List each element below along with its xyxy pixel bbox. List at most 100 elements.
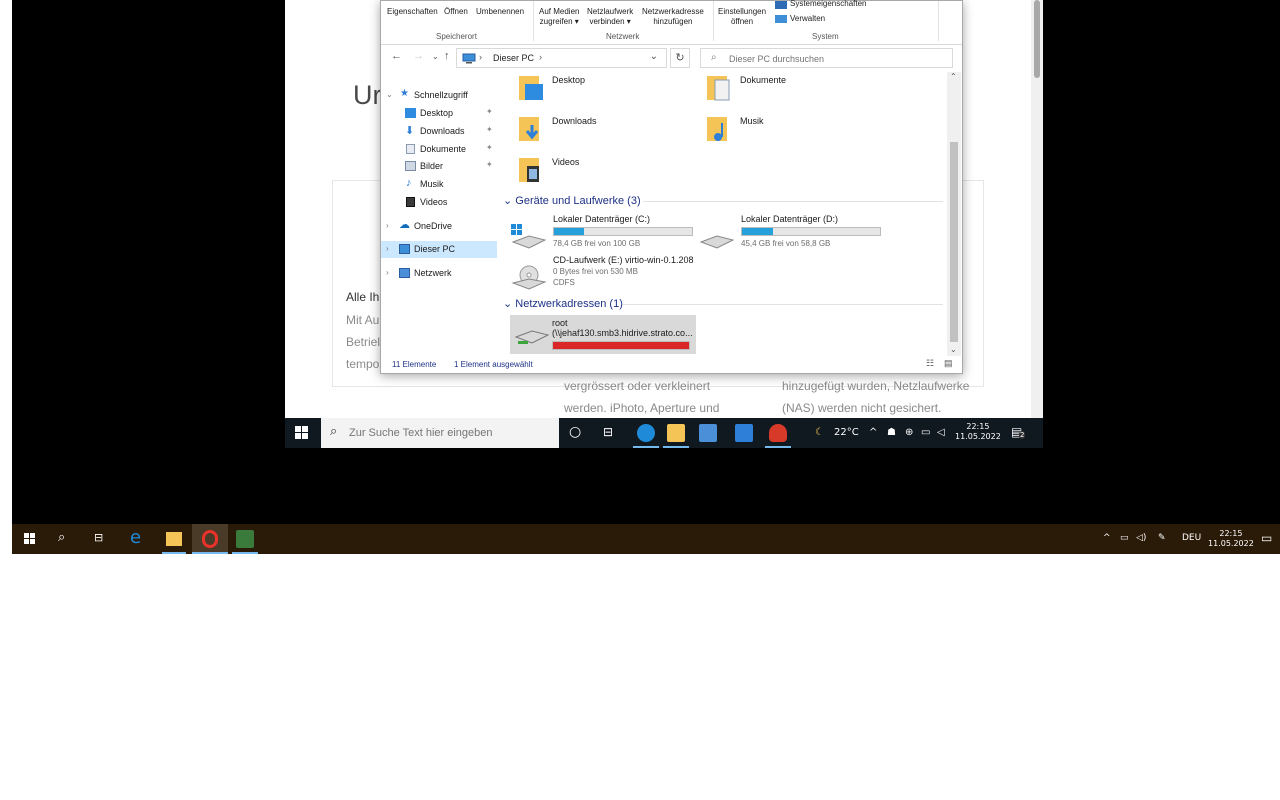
active-app-indicator bbox=[765, 446, 791, 448]
scrollbar-thumb[interactable] bbox=[950, 142, 958, 342]
tray-volume-muted-icon[interactable]: ◁ bbox=[937, 427, 945, 438]
notification-center-icon[interactable]: ▤ 2 bbox=[1011, 425, 1026, 440]
video-icon bbox=[406, 197, 415, 207]
scrollbar-thumb[interactable] bbox=[1034, 0, 1040, 78]
opera-taskbar-button[interactable] bbox=[192, 524, 228, 554]
ribbon-group-location: Speicherort bbox=[436, 32, 477, 41]
tray-chevron-up-icon[interactable]: ^ bbox=[1103, 533, 1111, 543]
large-icons-view-icon[interactable]: ▤ bbox=[944, 358, 953, 369]
content-scrollbar[interactable]: ⌃ ⌄ bbox=[947, 72, 961, 356]
drive-free-space: 0 Bytes frei von 530 MB bbox=[553, 267, 638, 276]
webpage-text-line: tempo bbox=[346, 357, 380, 371]
expanded-chevron-icon[interactable]: ⌄ bbox=[386, 90, 393, 99]
weather-temperature[interactable]: 22°C bbox=[834, 427, 859, 438]
pin-icon: ✦ bbox=[486, 160, 493, 169]
nav-item-videos[interactable]: Videos bbox=[381, 194, 497, 211]
folder-videos[interactable]: Videos bbox=[499, 154, 659, 190]
store-icon[interactable] bbox=[699, 424, 717, 442]
rename-button[interactable]: Umbenennen bbox=[476, 7, 524, 17]
details-view-icon[interactable]: ☷ bbox=[926, 358, 934, 369]
media-access-button[interactable]: Auf Medien zugreifen ▾ bbox=[539, 7, 579, 27]
drive-filesystem: CDFS bbox=[553, 278, 575, 287]
nav-item-documents[interactable]: Dokumente ✦ bbox=[381, 141, 497, 158]
file-explorer-icon[interactable] bbox=[667, 424, 685, 442]
folder-documents[interactable]: Dokumente bbox=[687, 72, 847, 108]
tray-monitor-icon[interactable]: ▭ bbox=[921, 427, 930, 438]
mail-icon[interactable] bbox=[735, 424, 753, 442]
search-field[interactable]: ⌕ bbox=[700, 48, 953, 68]
weather-moon-icon[interactable]: ☾ bbox=[815, 427, 824, 438]
vm-search-input[interactable] bbox=[349, 426, 549, 440]
nav-item-pictures[interactable]: Bilder ✦ bbox=[381, 158, 497, 175]
this-pc-icon bbox=[462, 53, 476, 64]
tray-device-icon[interactable]: ⊕ bbox=[905, 427, 913, 438]
collapsed-chevron-icon[interactable]: › bbox=[386, 221, 389, 230]
folder-desktop[interactable]: Desktop bbox=[499, 72, 659, 108]
network-drive-icon bbox=[514, 330, 550, 344]
recent-locations-chevron-icon[interactable]: ⌄ bbox=[432, 52, 439, 61]
nav-item-music[interactable]: ♪ Musik bbox=[381, 176, 497, 193]
open-button[interactable]: Öffnen bbox=[444, 7, 468, 17]
group-network-label: Netzwerkadressen (1) bbox=[515, 298, 623, 310]
address-field[interactable]: › Dieser PC › ⌄ bbox=[456, 48, 667, 68]
webpage-scrollbar[interactable] bbox=[1031, 0, 1043, 418]
properties-button[interactable]: Eigenschaften bbox=[387, 7, 438, 17]
virtual-machine-app-icon[interactable] bbox=[236, 530, 254, 548]
up-arrow-icon[interactable]: ↑ bbox=[444, 50, 450, 62]
collapsed-chevron-icon[interactable]: › bbox=[386, 244, 389, 253]
nav-item-desktop[interactable]: Desktop ✦ bbox=[381, 105, 497, 122]
tray-chevron-up-icon[interactable]: ^ bbox=[869, 427, 877, 438]
forward-arrow-icon[interactable]: → bbox=[413, 50, 424, 62]
drive-free-space: 78,4 GB frei von 100 GB bbox=[553, 239, 641, 248]
folder-music[interactable]: Musik bbox=[687, 113, 847, 149]
app-flame-icon[interactable] bbox=[769, 424, 787, 442]
task-view-icon[interactable]: ⊟ bbox=[94, 531, 103, 544]
drive-d[interactable]: Lokaler Datenträger (D:) 45,4 GB frei vo… bbox=[699, 214, 889, 262]
address-dropdown-icon[interactable]: ⌄ bbox=[650, 51, 658, 62]
folder-downloads[interactable]: Downloads bbox=[499, 113, 659, 149]
group-devices-header[interactable]: ⌄ Geräte und Laufwerke (3) bbox=[503, 194, 641, 207]
windows-start-icon[interactable] bbox=[24, 533, 36, 545]
group-network-header[interactable]: ⌄ Netzwerkadressen (1) bbox=[503, 297, 623, 310]
tray-pen-icon[interactable]: ✎ bbox=[1158, 533, 1166, 543]
folder-label: Videos bbox=[552, 157, 580, 167]
drive-e[interactable]: CD-Laufwerk (E:) virtio-win-0.1.208 0 By… bbox=[511, 255, 711, 303]
language-indicator[interactable]: DEU bbox=[1182, 533, 1201, 543]
manage-button[interactable]: Verwalten bbox=[790, 14, 825, 24]
notification-center-icon[interactable]: ▭ bbox=[1261, 531, 1272, 545]
vm-clock[interactable]: 22:15 11.05.2022 bbox=[955, 422, 1001, 442]
drive-usage-bar bbox=[552, 341, 690, 350]
scroll-up-icon[interactable]: ⌃ bbox=[950, 72, 957, 81]
task-view-icon[interactable]: ⊟ bbox=[603, 425, 613, 439]
collapsed-chevron-icon[interactable]: › bbox=[386, 268, 389, 277]
cortana-icon[interactable]: ○ bbox=[569, 424, 581, 440]
add-network-location-button[interactable]: Netzwerkadresse hinzufügen bbox=[642, 7, 704, 27]
internet-explorer-icon[interactable]: e bbox=[130, 527, 141, 548]
back-arrow-icon[interactable]: ← bbox=[391, 50, 402, 62]
refresh-button[interactable]: ↻ bbox=[670, 48, 690, 68]
nav-label: OneDrive bbox=[414, 221, 453, 231]
nav-item-this-pc[interactable]: › Dieser PC bbox=[381, 241, 497, 258]
tray-network-icon[interactable]: ☗ bbox=[887, 427, 896, 438]
file-explorer-icon[interactable] bbox=[166, 532, 182, 546]
nav-item-onedrive[interactable]: › ☁ OneDrive bbox=[381, 218, 497, 235]
scroll-down-icon[interactable]: ⌄ bbox=[950, 345, 957, 354]
screen: Ur Alle Ih Mit Au Betriel tempo vergröss… bbox=[0, 0, 1280, 800]
host-clock[interactable]: 22:15 11.05.2022 bbox=[1208, 529, 1254, 549]
folder-icon bbox=[519, 117, 539, 141]
search-icon[interactable]: ⌕ bbox=[58, 530, 65, 545]
system-properties-button[interactable]: Systemeigenschaften bbox=[790, 0, 867, 9]
system-properties-icon bbox=[775, 1, 787, 9]
map-network-drive-button[interactable]: Netzlaufwerk verbinden ▾ bbox=[587, 7, 633, 27]
nav-item-downloads[interactable]: ⬇ Downloads ✦ bbox=[381, 123, 497, 140]
windows-start-icon[interactable] bbox=[295, 426, 309, 440]
nav-quick-access[interactable]: ⌄ ★ Schnellzugriff bbox=[381, 87, 497, 104]
tray-volume-icon[interactable]: ◁) bbox=[1136, 533, 1146, 543]
edge-browser-icon[interactable] bbox=[637, 424, 655, 442]
nav-item-network[interactable]: › Netzwerk bbox=[381, 265, 497, 282]
search-input[interactable] bbox=[729, 52, 949, 65]
tray-network-icon[interactable]: ▭ bbox=[1120, 533, 1129, 543]
vm-search-box[interactable]: ⌕ bbox=[321, 418, 559, 448]
network-drive-root[interactable]: root (\\jehaf130.smb3.hidrive.strato.co.… bbox=[510, 315, 696, 354]
open-settings-button[interactable]: Einstellungen öffnen bbox=[718, 7, 766, 27]
